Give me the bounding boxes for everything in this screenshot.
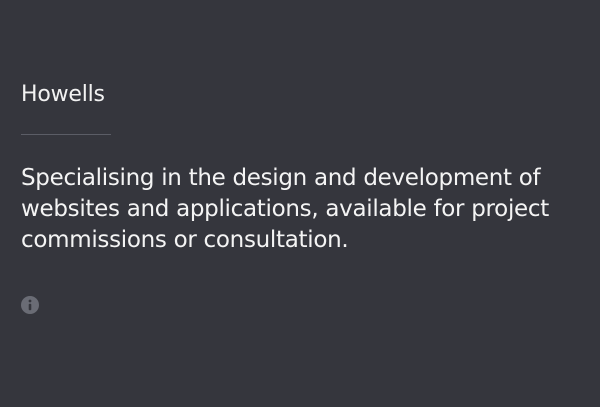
title-divider (21, 134, 111, 135)
info-icon[interactable] (21, 296, 39, 314)
intro-text: Specialising in the design and developme… (21, 165, 549, 253)
site-title[interactable]: Howells (21, 80, 105, 110)
